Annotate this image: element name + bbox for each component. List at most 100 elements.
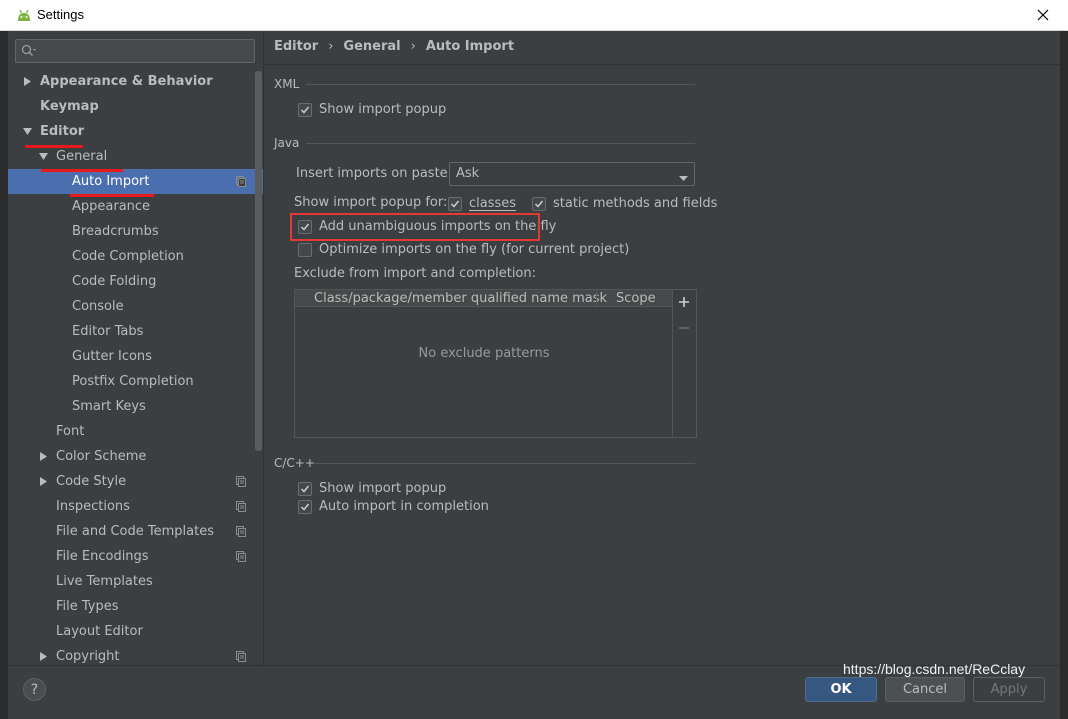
sidebar-item-console[interactable]: Console [8, 294, 263, 319]
chevron-down-icon[interactable] [38, 151, 48, 161]
sidebar-item-file-types[interactable]: File Types [8, 594, 263, 619]
cpp-auto-import-checkbox[interactable]: Auto import in completion [298, 499, 489, 514]
checkbox-label: Add unambiguous imports on the fly [319, 219, 557, 234]
checkbox-box[interactable] [298, 102, 312, 117]
apply-button[interactable]: Apply [973, 677, 1045, 702]
help-button[interactable]: ? [23, 678, 46, 701]
add-pattern-button[interactable] [675, 293, 693, 311]
settings-search-input[interactable] [15, 39, 255, 63]
sidebar-item-label: Appearance [72, 199, 151, 214]
sidebar-item-label: File Types [56, 599, 119, 614]
sidebar-item-label: Auto Import [72, 174, 150, 189]
close-icon[interactable] [1032, 4, 1054, 26]
annotation-underline-auto-import [70, 194, 154, 197]
sidebar-item-inspections[interactable]: Inspections [8, 494, 263, 519]
breadcrumb: Editor › General › Auto Import [274, 39, 514, 54]
checkbox-label: static methods and fields [553, 196, 718, 211]
exclude-patterns-table[interactable]: Class/package/member qualified name mask… [294, 289, 697, 438]
sidebar-item-label: Keymap [40, 99, 99, 114]
chevron-down-icon[interactable] [22, 126, 32, 136]
sidebar-item-breadcrumbs[interactable]: Breadcrumbs [8, 219, 263, 244]
plus-icon [679, 297, 689, 307]
cancel-button[interactable]: Cancel [885, 677, 965, 702]
java-classes-checkbox[interactable]: classes [448, 196, 516, 211]
sidebar-item-postfix-completion[interactable]: Postfix Completion [8, 369, 263, 394]
sidebar-item-appearance-behavior[interactable]: Appearance & Behavior [8, 69, 263, 94]
sidebar-item-label: Smart Keys [72, 399, 146, 414]
checkbox-box[interactable] [532, 196, 546, 211]
add-unambiguous-imports-checkbox[interactable]: Add unambiguous imports on the fly [298, 219, 556, 234]
column-header-scope[interactable]: Scope [616, 291, 656, 306]
optimize-imports-checkbox[interactable]: Optimize imports on the fly (for current… [298, 242, 629, 257]
sidebar-item-code-folding[interactable]: Code Folding [8, 269, 263, 294]
annotation-underline-general [41, 169, 123, 172]
exclude-label: Exclude from import and completion: [294, 266, 536, 281]
sidebar-item-smart-keys[interactable]: Smart Keys [8, 394, 263, 419]
sidebar-item-color-scheme[interactable]: Color Scheme [8, 444, 263, 469]
sidebar-item-label: Copyright [56, 649, 120, 664]
show-import-popup-for-label: Show import popup for: [294, 195, 448, 210]
sidebar-item-keymap[interactable]: Keymap [8, 94, 263, 119]
checkbox-box[interactable] [298, 242, 312, 257]
background-window-left [0, 30, 8, 719]
settings-content: Editor › General › Auto Import XML Show … [264, 31, 1060, 665]
sidebar-item-label: Inspections [56, 499, 130, 514]
sidebar-item-layout-editor[interactable]: Layout Editor [8, 619, 263, 644]
sidebar-item-live-templates[interactable]: Live Templates [8, 569, 263, 594]
chevron-down-icon [679, 171, 688, 186]
cpp-show-import-popup-checkbox[interactable]: Show import popup [298, 481, 446, 496]
insert-imports-select[interactable]: Ask [449, 162, 695, 186]
checkbox-label: Optimize imports on the fly (for current… [319, 242, 630, 257]
xml-show-import-popup-checkbox[interactable]: Show import popup [298, 102, 446, 117]
sidebar-item-auto-import[interactable]: Auto Import [8, 169, 263, 194]
project-copy-icon [236, 526, 246, 537]
remove-pattern-button[interactable] [675, 319, 693, 337]
breadcrumb-separator: › [328, 39, 334, 54]
checkbox-label: classes [469, 196, 517, 211]
sidebar-item-editor[interactable]: Editor [8, 119, 263, 144]
breadcrumb-separator: › [410, 39, 416, 54]
search-icon [21, 44, 37, 62]
android-studio-logo-icon [16, 8, 32, 22]
ok-button[interactable]: OK [805, 677, 877, 702]
project-copy-icon [236, 651, 246, 662]
checkbox-label: Auto import in completion [319, 499, 489, 514]
sidebar-item-label: Editor [40, 124, 85, 139]
sidebar-item-label: Code Style [56, 474, 127, 489]
sidebar-item-font[interactable]: Font [8, 419, 263, 444]
chevron-right-icon[interactable] [38, 651, 48, 661]
watermark-text: https://blog.csdn.net/ReCclay [843, 661, 1026, 677]
project-copy-icon [236, 476, 246, 487]
sidebar-item-label: File Encodings [56, 549, 149, 564]
sidebar-scrollbar[interactable] [255, 71, 262, 451]
background-window-right [1060, 30, 1068, 719]
sidebar-item-label: Layout Editor [56, 624, 143, 639]
sidebar-item-label: Postfix Completion [72, 374, 194, 389]
sidebar-item-code-style[interactable]: Code Style [8, 469, 263, 494]
column-header-mask[interactable]: Class/package/member qualified name mask [314, 291, 607, 306]
java-static-methods-checkbox[interactable]: static methods and fields [532, 196, 717, 211]
chevron-right-icon[interactable] [22, 76, 32, 86]
chevron-right-icon[interactable] [38, 451, 48, 461]
minus-icon [679, 327, 689, 329]
sidebar-item-editor-tabs[interactable]: Editor Tabs [8, 319, 263, 344]
checkbox-box[interactable] [298, 219, 312, 234]
sidebar-item-gutter-icons[interactable]: Gutter Icons [8, 344, 263, 369]
checkbox-box[interactable] [298, 481, 312, 496]
section-title-java: Java [274, 136, 300, 150]
sidebar-item-label: Color Scheme [56, 449, 147, 464]
checkbox-box[interactable] [448, 196, 462, 211]
sidebar-item-file-encodings[interactable]: File Encodings [8, 544, 263, 569]
sidebar-item-label: Editor Tabs [72, 324, 144, 339]
settings-dialog: Appearance & Behavior Keymap Editor General… [8, 31, 1060, 712]
column-separator [596, 290, 597, 307]
sidebar-item-code-completion[interactable]: Code Completion [8, 244, 263, 269]
section-divider-xml [306, 84, 695, 85]
section-divider-java [306, 143, 695, 144]
settings-sidebar: Appearance & Behavior Keymap Editor General… [8, 31, 263, 665]
window-titlebar: Settings [0, 0, 1068, 31]
checkbox-box[interactable] [298, 499, 312, 514]
sidebar-item-appearance[interactable]: Appearance [8, 194, 263, 219]
chevron-right-icon[interactable] [38, 476, 48, 486]
sidebar-item-file-and-code-templates[interactable]: File and Code Templates [8, 519, 263, 544]
